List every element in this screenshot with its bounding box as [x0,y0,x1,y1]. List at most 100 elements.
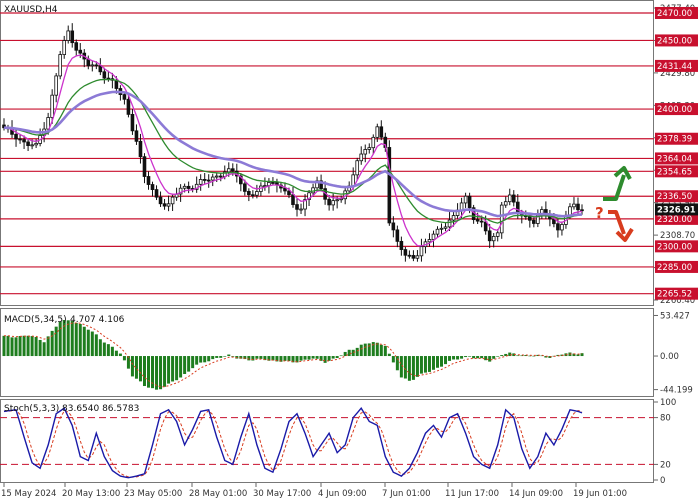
time-tick-label: 30 May 17:00 [253,489,311,499]
macd-bar [303,356,307,360]
macd-bar [90,331,94,357]
macd-bar [203,356,207,363]
macd-bar [375,342,379,357]
macd-tick-label: -44.199 [660,386,693,396]
macd-bar [10,337,14,357]
macd-bar [66,320,70,357]
macd-bar [355,347,359,357]
time-tick-label: 7 Jun 01:00 [382,489,431,499]
macd-bar [399,356,403,378]
macd-bar [359,344,363,357]
level-label: 2470.00 [657,9,692,19]
macd-bar [351,349,355,357]
macd-bar [419,356,423,374]
macd-bar [299,356,303,361]
forecast-question-mark: ? [595,204,604,222]
macd-bar [215,356,219,358]
macd-bar [54,326,58,357]
stoch-tick-label: 0 [660,476,665,486]
macd-bar [58,321,62,357]
macd-bar [339,355,343,357]
time-tick-label: 28 May 01:00 [189,489,247,499]
level-label: 2300.00 [657,242,692,252]
macd-bar [379,344,383,357]
macd-bar [2,335,6,357]
macd-bar [42,342,46,357]
stoch-tick-label: 80 [660,414,671,424]
macd-bar [130,356,134,377]
macd-label: MACD(5,34,5) [4,315,67,325]
macd-bar [468,356,472,357]
macd-bar [436,356,439,368]
level-label: 2431.44 [657,62,692,72]
macd-bar [411,356,415,380]
macd-bar [183,356,187,374]
macd-bar [6,335,10,357]
macd-bar [187,356,191,372]
macd-bar [219,356,223,358]
macd-bar [367,343,371,357]
macd-bar [407,356,411,381]
chart-symbol-label: XAUUSD,H4 [4,5,58,15]
macd-bar [191,356,195,369]
macd-bar [431,356,435,370]
macd-bar [110,346,114,357]
macd-bar [106,344,110,357]
macd-bar [126,356,130,369]
macd-bar [347,349,351,357]
macd-bar [444,356,448,365]
macd-bar [496,356,500,357]
time-tick-label: 15 May 2024 [1,489,56,499]
macd-bar [50,330,54,357]
macd-bar [62,320,66,357]
macd-bar [227,354,231,357]
macd-bar [423,356,427,373]
level-label: 2336.50 [657,192,692,202]
macd-bar [387,353,391,357]
macd-bar [22,335,26,357]
macd-bar [448,356,452,361]
macd-bar [576,354,580,357]
macd-values: 4.707 4.106 [70,315,125,325]
macd-bar [70,321,74,357]
macd-bar [287,356,291,362]
macd-bar [14,337,18,357]
macd-bar [38,339,42,357]
macd-bar [179,356,183,378]
macd-bar [171,356,175,382]
level-label: 2354.65 [657,167,692,177]
macd-bar [395,356,399,371]
candle [387,140,392,226]
macd-bar [331,356,335,359]
macd-bar [335,356,339,359]
macd-bar [26,335,30,357]
macd-bar [327,356,331,361]
macd-bar [86,329,90,357]
macd-bar [98,339,102,357]
current-price-label: 2326.91 [657,205,696,215]
macd-bar [452,356,456,360]
time-tick-label: 14 Jun 09:00 [509,489,563,499]
level-label: 2320.00 [657,215,692,225]
level-label: 2378.39 [657,135,692,145]
macd-bar [102,342,106,357]
macd-bar [516,355,520,357]
macd-bar [464,356,468,358]
macd-bar [78,324,82,357]
macd-bar [363,343,367,357]
macd-bar [456,356,460,360]
macd-tick-label: 0.00 [660,352,679,362]
macd-bar [415,356,419,377]
time-tick-label: 20 May 13:00 [62,489,120,499]
trading-chart: 2260.402284.902308.702333.902357.702381.… [0,0,700,500]
time-tick-label: 23 May 05:00 [124,489,182,499]
macd-bar [307,356,311,360]
macd-bar [163,356,167,387]
macd-bar [175,356,179,381]
stoch-values: 83.6540 86.5783 [62,404,139,414]
macd-bar [283,356,287,361]
macd-bar [315,356,319,359]
macd-bar [142,356,146,387]
level-label: 2265.52 [657,290,692,300]
macd-bar [259,356,263,359]
